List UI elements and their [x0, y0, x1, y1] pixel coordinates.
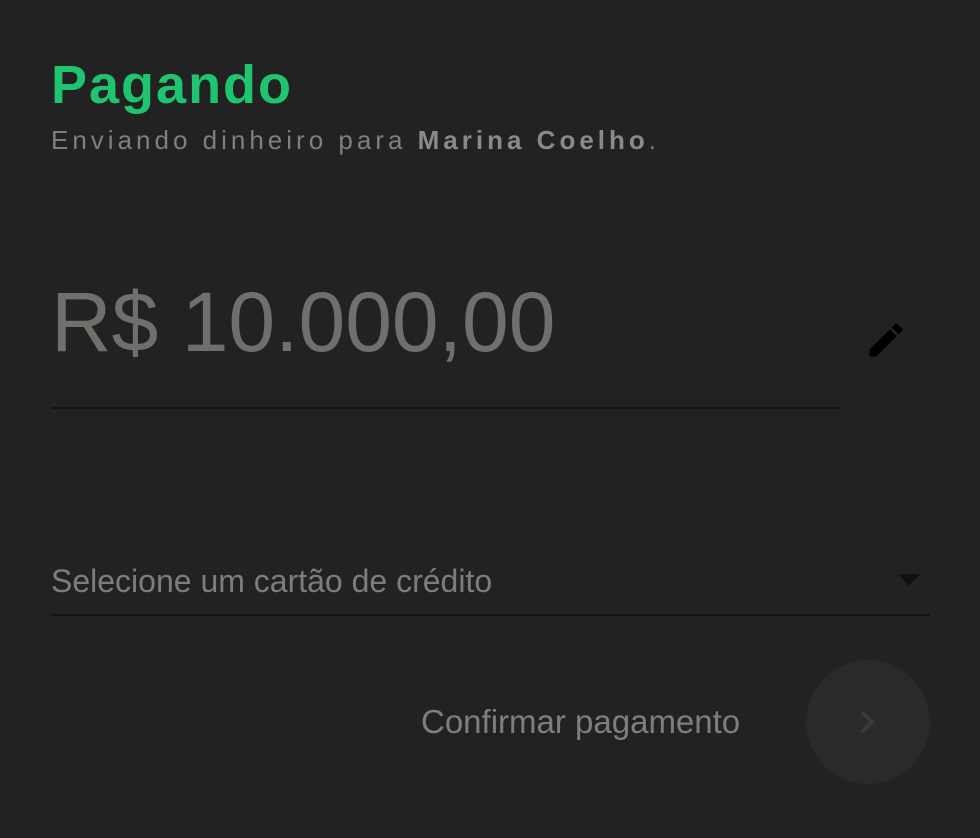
amount-field[interactable]: R$ 10.000,00 — [51, 270, 841, 409]
chevron-right-icon — [860, 710, 875, 734]
dialog-subtitle: Enviando dinheiro para Marina Coelho. — [51, 124, 660, 156]
confirm-payment-label: Confirmar pagamento — [421, 703, 741, 740]
dialog-title: Pagando — [51, 55, 294, 115]
confirm-payment-button[interactable] — [806, 660, 930, 784]
payment-dialog: Pagando Enviando dinheiro para Marina Co… — [0, 0, 980, 838]
recipient-name: Marina Coelho — [417, 125, 649, 155]
credit-card-select-placeholder: Selecione um cartão de crédito — [51, 563, 493, 599]
subtitle-suffix: . — [648, 125, 661, 155]
pencil-icon[interactable] — [864, 318, 908, 362]
subtitle-prefix: Enviando dinheiro para — [51, 125, 418, 155]
amount-value: R$ 10.000,00 — [51, 275, 556, 369]
credit-card-select[interactable]: Selecione um cartão de crédito — [51, 556, 930, 616]
caret-down-icon — [898, 574, 920, 586]
